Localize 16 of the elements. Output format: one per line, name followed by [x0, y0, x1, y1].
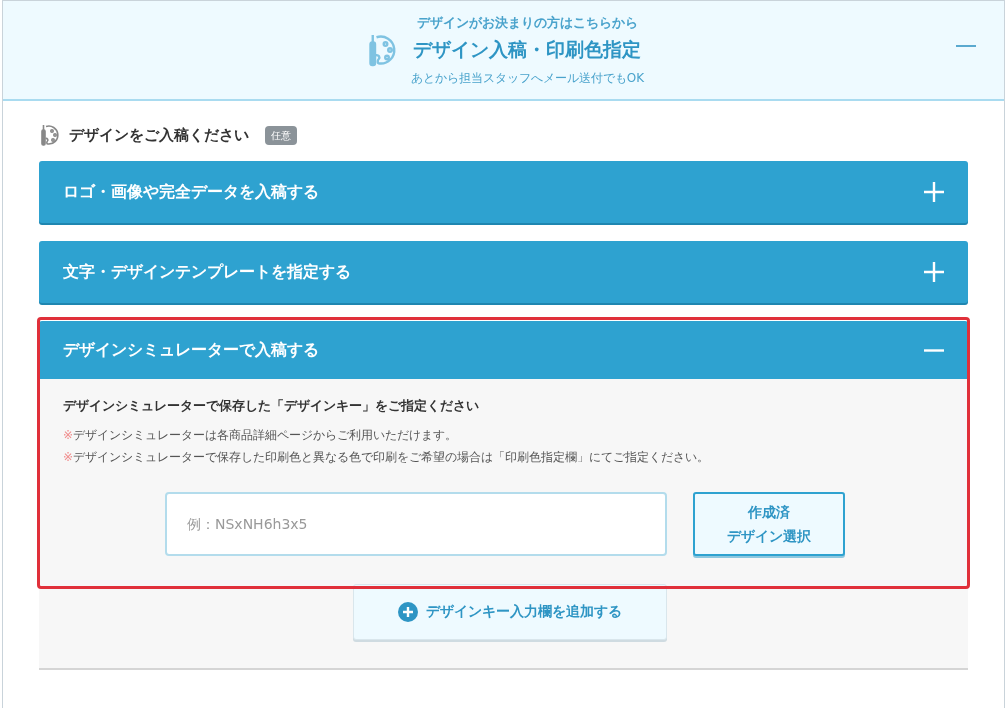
header-eyebrow: デザインがお決まりの方はこちらから	[417, 14, 638, 33]
add-key-field-button[interactable]: デザインキー入力欄を追加する	[353, 583, 667, 640]
note-text: ※デザインシミュレーターで保存した印刷色と異なる色で印刷をご希望の場合は「印刷色指定欄」にてご指定ください。	[63, 448, 711, 466]
design-select-button[interactable]: 作成済 デザイン選択	[693, 491, 845, 556]
plus-circle-icon	[398, 601, 418, 622]
section-title: デザインをご入稿ください	[69, 124, 249, 146]
accordion-header[interactable]: 文字・デザインテンプレートを指定する	[39, 241, 968, 303]
header-note: あとから担当スタッフへメール送付でもOK	[410, 69, 645, 87]
accordion-header[interactable]: デザインシミュレーターで入稿する	[39, 321, 968, 379]
note-text: ※デザインシミュレーターは各商品詳細ページからご利用いただけます。	[63, 426, 459, 444]
header-title: デザイン入稿・印刷色指定	[413, 36, 642, 62]
optional-badge: 任意	[265, 125, 297, 145]
accordion-header[interactable]: ロゴ・画像や完全データを入稿する	[39, 161, 968, 223]
accordion-header[interactable]: デザインがお決まりの方はこちらから デザイン入稿・印刷色指定 あとから担当スタッフへメール送付でもOK	[3, 1, 1004, 101]
design-key-field[interactable]: 例：NSxNH6h3x5	[165, 491, 667, 556]
instruction-text: デザインシミュレーターで保存した「デザインキー」をご指定ください	[63, 397, 480, 415]
